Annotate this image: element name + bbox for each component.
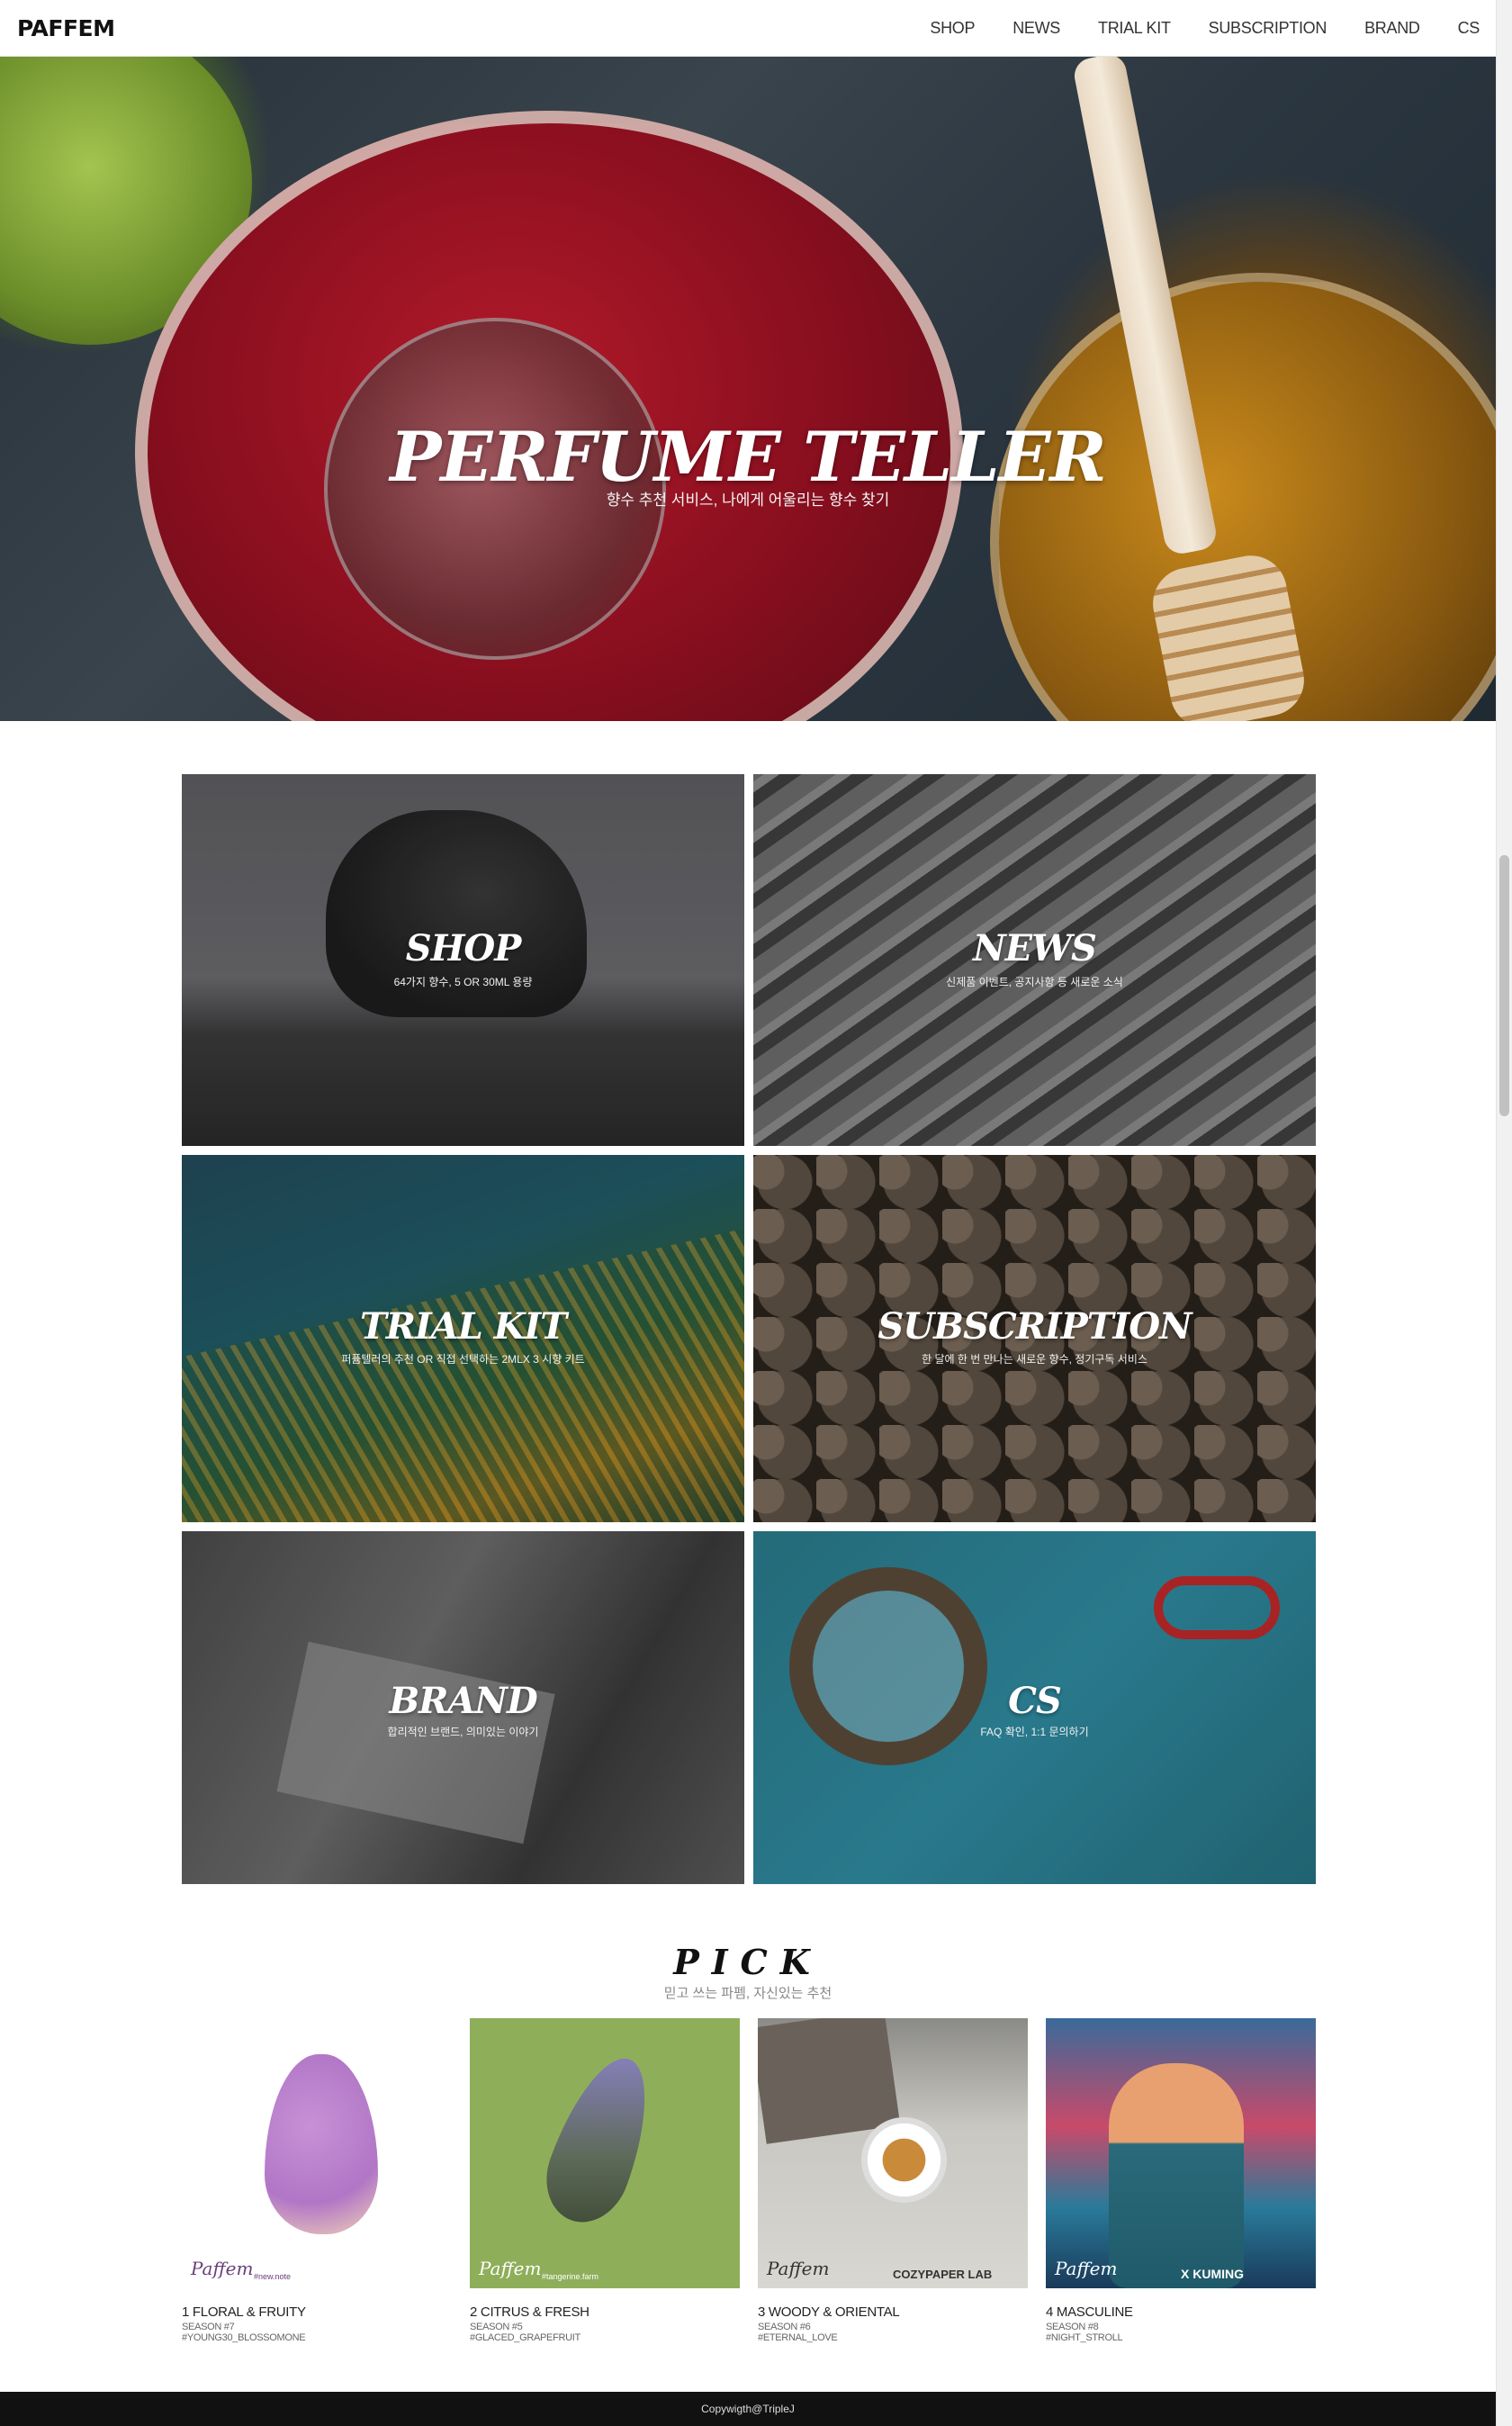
tile-title: SUBSCRIPTION [878, 1305, 1192, 1348]
product-season: SEASON #6 [758, 2322, 811, 2332]
tile-news[interactable]: NEWS 신제품 이벤트, 공지사항 등 새로운 소식 [753, 774, 1316, 1146]
brand-mark-sub: X KUMING [1181, 2267, 1244, 2281]
tile-title: SHOP [405, 927, 522, 969]
brand-mark: Paffem [191, 2258, 254, 2279]
flower-illustration [265, 2054, 378, 2234]
product-name[interactable]: 4 MASCULINE [1046, 2304, 1316, 2320]
brand-mark: Paffem [1055, 2258, 1118, 2279]
product-image[interactable]: Paffem #new.note [182, 2018, 452, 2288]
logo[interactable]: PAFFEM [17, 15, 115, 41]
top-navigation: PAFFEM SHOP NEWS TRIAL KIT SUBSCRIPTION … [0, 0, 1496, 57]
illustrated-person-image [1109, 2063, 1244, 2288]
vertical-scrollbar[interactable] [1496, 0, 1512, 2426]
product-name[interactable]: 2 CITRUS & FRESH [470, 2304, 740, 2320]
product-image[interactable]: Paffem COZYPAPER LAB [758, 2018, 1028, 2288]
brand-mark-sub: #tangerine.farm [542, 2272, 599, 2281]
tile-subtitle: 퍼퓸텔러의 추천 OR 직접 선택하는 2MLX 3 시향 키트 [341, 1353, 585, 1366]
tile-subtitle: 신제품 이벤트, 공지사항 등 새로운 소식 [946, 976, 1123, 988]
product-season: SEASON #5 [470, 2322, 523, 2332]
product-tag: #ETERNAL_LOVE [758, 2332, 838, 2343]
product-season: SEASON #8 [1046, 2322, 1099, 2332]
product-image[interactable]: Paffem X KUMING [1046, 2018, 1316, 2288]
brand-mark: Paffem [479, 2258, 542, 2279]
tile-title: CS [1008, 1680, 1062, 1722]
pick-card[interactable]: Paffem X KUMING 4 MASCULINE SEASON #8 #N… [1046, 2018, 1316, 2343]
nav-item-brand[interactable]: BRAND [1364, 19, 1420, 38]
nav-item-subscription[interactable]: SUBSCRIPTION [1209, 19, 1328, 38]
footer: Copywigth@TripleJ [0, 2392, 1496, 2426]
product-name[interactable]: 1 FLORAL & FRUITY [182, 2304, 452, 2320]
product-season: SEASON #7 [182, 2322, 235, 2332]
hero-title: PERFUME TELLER [390, 417, 1106, 497]
tile-shop[interactable]: SHOP 64가지 향수, 5 OR 30ML 용량 [182, 774, 744, 1146]
tile-subtitle: 합리적인 브랜드, 의미있는 이야기 [387, 1726, 539, 1738]
nav-item-news[interactable]: NEWS [1012, 19, 1060, 38]
scrollbar-thumb[interactable] [1499, 855, 1509, 1116]
tile-subtitle: FAQ 확인, 1:1 문의하기 [980, 1726, 1089, 1738]
tile-title: BRAND [389, 1680, 537, 1722]
product-image[interactable]: Paffem #tangerine.farm [470, 2018, 740, 2288]
main-menu: SHOP NEWS TRIAL KIT SUBSCRIPTION BRAND C… [892, 0, 1480, 57]
pick-card[interactable]: Paffem #new.note 1 FLORAL & FRUITY SEASO… [182, 2018, 452, 2343]
hero-banner: PERFUME TELLER 향수 추천 서비스, 나에게 어울리는 향수 찾기 [0, 57, 1496, 721]
pick-title: PICK [673, 1942, 823, 1982]
tile-trial-kit[interactable]: TRIAL KIT 퍼퓸텔러의 추천 OR 직접 선택하는 2MLX 3 시향 … [182, 1155, 744, 1522]
pick-subtitle: 믿고 쓰는 파펨, 자신있는 추천 [663, 1986, 832, 2001]
tea-cup-image [861, 2117, 947, 2203]
tile-cs[interactable]: CS FAQ 확인, 1:1 문의하기 [753, 1531, 1316, 1884]
tile-subscription[interactable]: SUBSCRIPTION 한 달에 한 번 만나는 새로운 향수, 정기구독 서… [753, 1155, 1316, 1522]
pick-card[interactable]: Paffem #tangerine.farm 2 CITRUS & FRESH … [470, 2018, 740, 2343]
tile-subtitle: 64가지 향수, 5 OR 30ML 용량 [393, 976, 533, 988]
nav-item-trial-kit[interactable]: TRIAL KIT [1098, 19, 1171, 38]
footer-copyright: Copywigth@TripleJ [701, 2403, 795, 2415]
nav-item-cs[interactable]: CS [1458, 19, 1480, 38]
brand-mark-sub: #new.note [254, 2272, 292, 2281]
hero-subtitle: 향수 추천 서비스, 나에게 어울리는 향수 찾기 [606, 492, 890, 509]
product-tag: #NIGHT_STROLL [1046, 2332, 1123, 2343]
nav-item-shop[interactable]: SHOP [930, 19, 975, 38]
pick-card[interactable]: Paffem COZYPAPER LAB 3 WOODY & ORIENTAL … [758, 2018, 1028, 2343]
tile-title: NEWS [973, 927, 1097, 969]
product-tag: #GLACED_GRAPEFRUIT [470, 2332, 580, 2343]
seed-illustration [533, 2045, 668, 2234]
product-name[interactable]: 3 WOODY & ORIENTAL [758, 2304, 1028, 2320]
tile-brand[interactable]: BRAND 합리적인 브랜드, 의미있는 이야기 [182, 1531, 744, 1884]
product-tag: #YOUNG30_BLOSSOMONE [182, 2332, 306, 2343]
brand-mark: Paffem [767, 2258, 830, 2279]
brand-mark-sub: COZYPAPER LAB [893, 2268, 993, 2281]
tile-subtitle: 한 달에 한 번 만나는 새로운 향수, 정기구독 서비스 [922, 1353, 1148, 1366]
tile-title: TRIAL KIT [359, 1305, 567, 1348]
